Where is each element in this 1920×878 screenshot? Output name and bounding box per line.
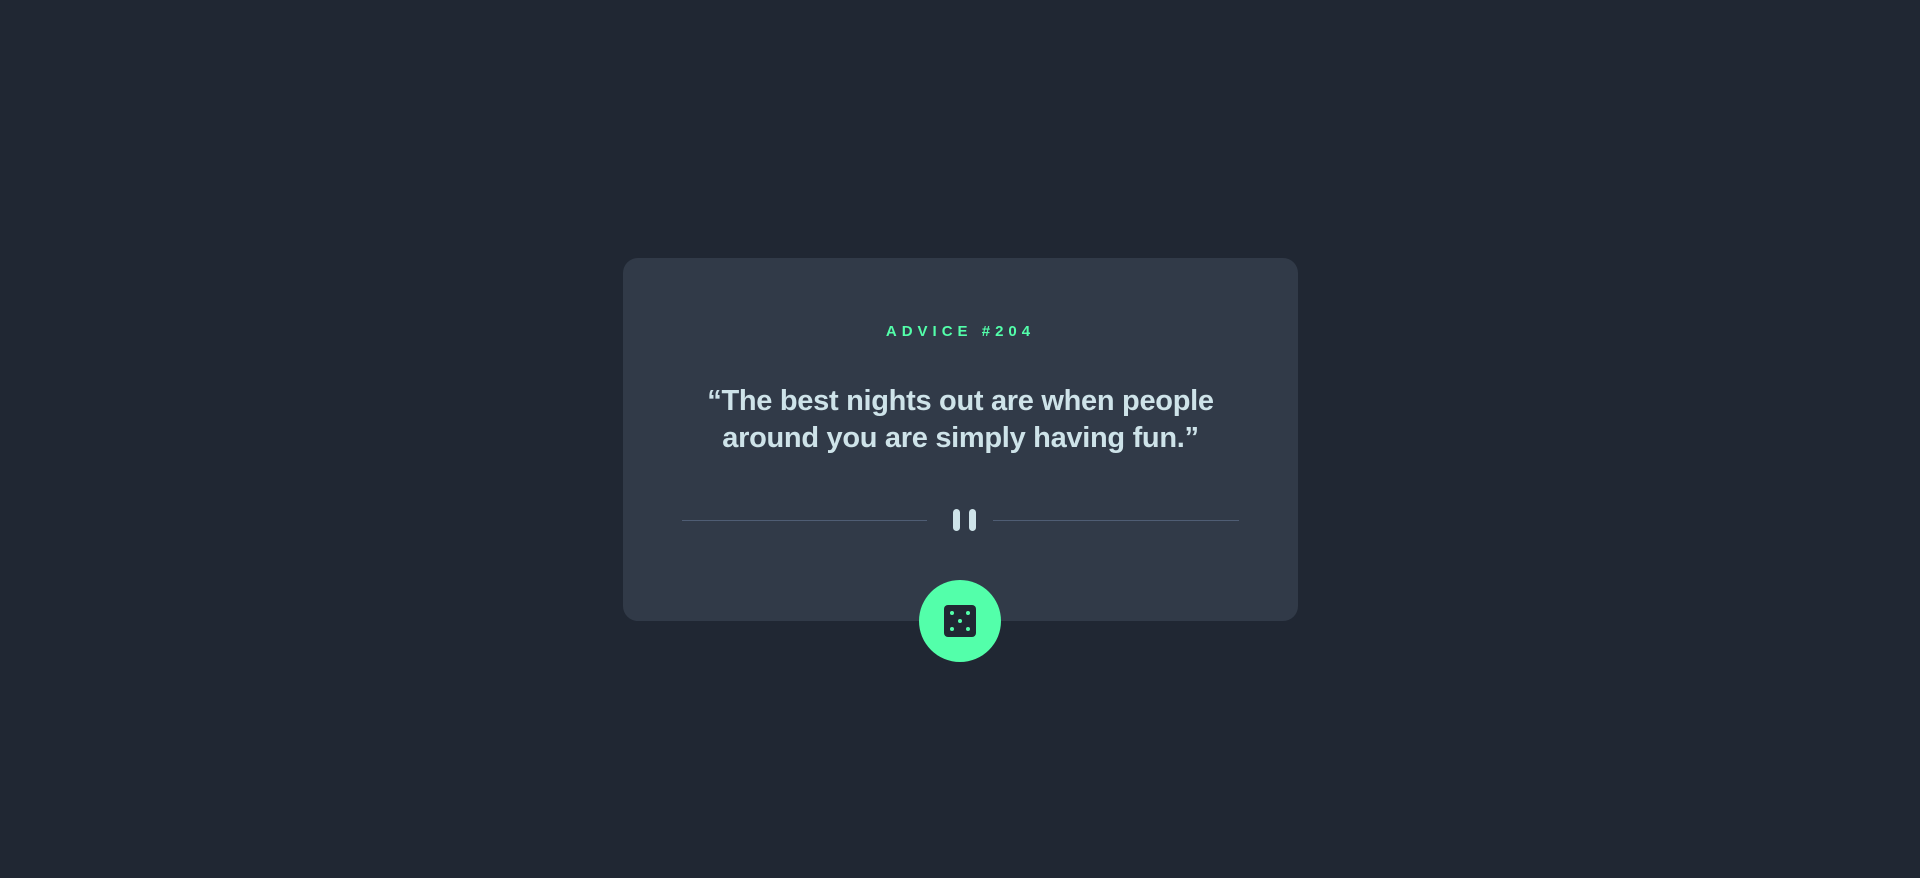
pause-icon [952,508,978,532]
divider-line-right [993,520,1239,521]
page: ADVICE #204 “The best nights out are whe… [0,0,1920,878]
divider [682,508,1239,532]
advice-quote: “The best nights out are when people aro… [707,385,1214,454]
new-advice-button[interactable] [919,580,1001,662]
advice-card: ADVICE #204 “The best nights out are whe… [623,258,1298,621]
divider-line-left [682,520,927,521]
dice-icon [944,605,976,637]
advice-number: ADVICE #204 [885,323,1036,340]
